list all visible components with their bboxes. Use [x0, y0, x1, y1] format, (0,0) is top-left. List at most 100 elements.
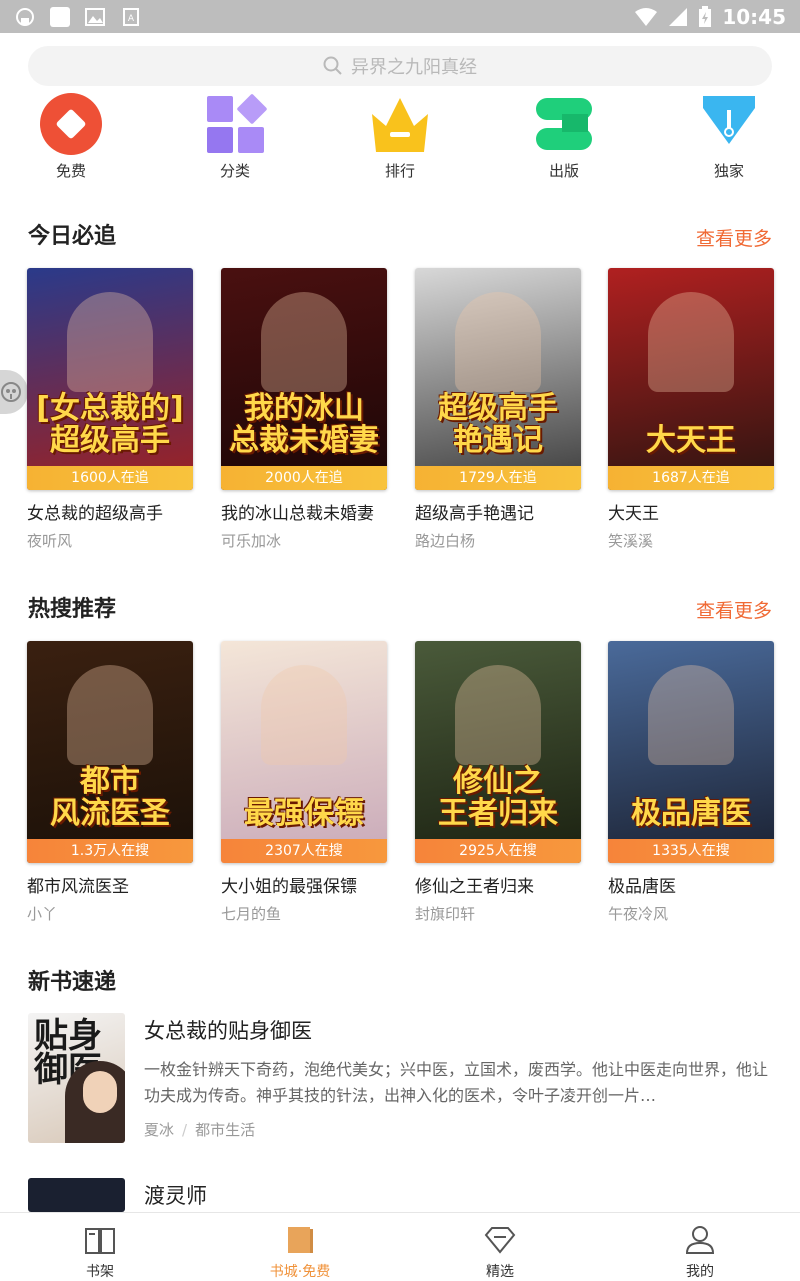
category-classify[interactable]: 分类	[185, 92, 285, 181]
book-card[interactable]: 我的冰山 总裁未婚妻 2000人在追我的冰山总裁未婚妻 可乐加冰	[221, 268, 387, 551]
search-placeholder: 异界之九阳真经	[351, 57, 477, 78]
cover-figure	[261, 292, 347, 392]
follower-count: 1600人在追	[27, 466, 193, 490]
category-label: 独家	[713, 162, 744, 180]
book-cover[interactable]: 大天王 1687人在追	[608, 268, 774, 490]
category-ranking[interactable]: 排行	[350, 92, 450, 181]
tab-label: 我的	[686, 1264, 714, 1280]
cover-figure	[455, 292, 541, 392]
book-card[interactable]: 超级高手 艳遇记 1729人在追 超级高手艳遇记 路边白杨	[415, 268, 581, 551]
cover-title-art: 大天王	[646, 422, 736, 458]
book-author: 午夜冷风	[608, 905, 669, 923]
newbook-description: 一枚金针辨天下奇药，泡绝代美女；兴中医，立国术，废西学。他让中医走向世界，他让功…	[144, 1060, 769, 1105]
diamond-icon	[484, 1227, 516, 1254]
section-title-today: 今日必追	[28, 224, 117, 249]
cover-figure	[455, 665, 541, 765]
cover-title-art: 我的冰山 总裁未婚妻	[229, 391, 379, 458]
profile-icon	[685, 1226, 715, 1254]
cover-title-art: 都市 风流医圣	[50, 764, 170, 831]
tab-profile[interactable]: 我的	[640, 1225, 760, 1281]
section-title-hot: 热搜推荐	[28, 597, 117, 622]
category-icon	[203, 92, 267, 156]
book-card[interactable]: [女总裁的] 超级高手 1600人在追女总裁的超级高手 夜听风	[27, 268, 193, 551]
book-title: 大小姐的最强保镖	[221, 877, 357, 897]
search-bar[interactable]: 异界之九阳真经	[28, 46, 772, 86]
hot-more-link[interactable]: 查看更多	[696, 596, 772, 623]
tab-label: 书架	[86, 1264, 114, 1280]
category-free[interactable]: 免费	[21, 92, 121, 181]
book-cover[interactable]	[28, 1178, 125, 1212]
tab-bookstore[interactable]: 书城·免费	[240, 1225, 360, 1281]
follower-count: 2307人在搜	[221, 839, 387, 863]
book-cover[interactable]: 我的冰山 总裁未婚妻 2000人在追	[221, 268, 387, 490]
follower-count: 1687人在追	[608, 466, 774, 490]
category-publish[interactable]: 出版	[514, 92, 614, 181]
signal-icon	[669, 7, 688, 26]
book-cover[interactable]: 贴身 御医	[28, 1013, 125, 1143]
newbook-item[interactable]: 贴身 御医 女总裁的贴身御医 一枚金针辨天下奇药，泡绝代美女；兴中医，立国术，废…	[28, 1013, 772, 1145]
book-cover[interactable]: 极品唐医 1335人在搜	[608, 641, 774, 863]
newbook-genre: 都市生活	[195, 1121, 256, 1139]
today-more-link[interactable]: 查看更多	[696, 224, 772, 251]
book-title: 我的冰山总裁未婚妻	[221, 504, 374, 524]
book-title: 女总裁的超级高手	[27, 504, 163, 524]
wifi-icon	[635, 7, 658, 26]
book-author: 路边白杨	[415, 532, 476, 550]
book-author: 笑溪溪	[608, 532, 654, 550]
section-title-new: 新书速递	[28, 970, 117, 995]
free-icon	[39, 92, 103, 156]
cover-figure	[67, 665, 153, 765]
battery-icon	[699, 5, 712, 27]
category-label: 出版	[548, 162, 579, 180]
follower-count: 1335人在搜	[608, 839, 774, 863]
book-title: 都市风流医圣	[27, 877, 129, 897]
category-exclusive[interactable]: 独家	[679, 92, 779, 181]
bottom-tab-bar: 书架 书城·免费 精选 我的	[0, 1212, 800, 1280]
book-card[interactable]: 大天王 1687人在追 大天王 笑溪溪	[608, 268, 774, 551]
follower-count: 1729人在追	[415, 466, 581, 490]
book-author: 小丫	[27, 905, 58, 923]
book-author: 封旗印轩	[415, 905, 476, 923]
cover-title-art: [女总裁的] 超级高手	[36, 391, 184, 458]
cover-title-art: 超级高手 艳遇记	[438, 391, 558, 458]
tab-label: 书城·免费	[269, 1264, 331, 1280]
cover-title-art: 最强保镖	[244, 795, 364, 831]
newbook-title: 渡灵师	[144, 1184, 207, 1208]
book-cover[interactable]: 都市 风流医圣 1.3万人在搜	[27, 641, 193, 863]
font-icon: A	[123, 7, 139, 26]
book-card[interactable]: 修仙之 王者归来 2925人在搜 修仙之王者归来 封旗印轩	[415, 641, 581, 924]
tab-bookshelf[interactable]: 书架	[40, 1225, 160, 1281]
book-cover[interactable]: 最强保镖 2307人在搜	[221, 641, 387, 863]
category-label: 分类	[219, 162, 250, 180]
tab-featured[interactable]: 精选	[440, 1225, 560, 1281]
tab-label: 精选	[486, 1264, 514, 1280]
book-author: 可乐加冰	[221, 532, 282, 550]
book-cover[interactable]: 修仙之 王者归来 2925人在搜	[415, 641, 581, 863]
robot-icon	[1, 382, 21, 402]
search-icon	[323, 56, 342, 75]
book-cover[interactable]: 超级高手 艳遇记 1729人在追	[415, 268, 581, 490]
status-bar: A 10:45	[0, 0, 800, 33]
svg-text:A: A	[128, 14, 135, 24]
cover-figure	[648, 292, 734, 392]
cover-title-art: 极品唐医	[631, 795, 751, 831]
book-title: 极品唐医	[608, 877, 676, 897]
book-card[interactable]: 最强保镖 2307人在搜 大小姐的最强保镖 七月的鱼	[221, 641, 387, 924]
newbook-author: 夏冰	[144, 1121, 175, 1139]
book-cover[interactable]: [女总裁的] 超级高手 1600人在追	[27, 268, 193, 490]
category-row: 免费 分类 排行 出版 独家	[0, 92, 800, 192]
floating-side-handle[interactable]	[0, 370, 28, 414]
category-label: 排行	[384, 162, 415, 180]
bookstore-icon	[288, 1227, 313, 1253]
category-label: 免费	[55, 162, 86, 180]
status-time: 10:45	[722, 4, 786, 29]
ranking-crown-icon	[368, 92, 432, 156]
follower-count: 1.3万人在搜	[27, 839, 193, 863]
book-card[interactable]: 都市 风流医圣 1.3万人在搜都市风流医圣 小丫	[27, 641, 193, 924]
newbook-meta: 夏冰 / 都市生活	[144, 1119, 255, 1140]
book-author: 夜听风	[27, 532, 73, 550]
newbook-title: 女总裁的贴身御医	[144, 1019, 312, 1043]
book-title: 大天王	[608, 504, 659, 524]
book-card[interactable]: 极品唐医 1335人在搜 极品唐医 午夜冷风	[608, 641, 774, 924]
android-debug-icon	[16, 7, 34, 26]
